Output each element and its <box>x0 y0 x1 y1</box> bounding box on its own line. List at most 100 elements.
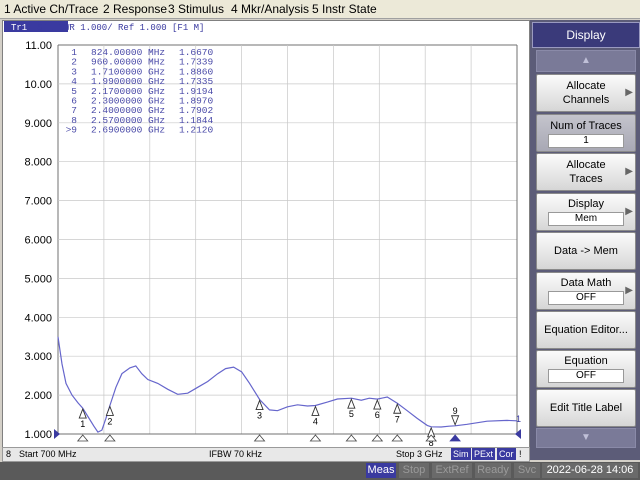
trace-marker: 3 <box>255 399 264 421</box>
trace-number-label: 1 <box>516 414 521 424</box>
menu-bar: 1 Active Ch/Trace 2 Response 3 Stimulus … <box>0 0 640 19</box>
stop-frequency[interactable]: Stop 3 GHz <box>396 449 443 459</box>
svc-indicator: Svc <box>514 463 540 478</box>
data-to-mem-button[interactable]: Data -> Mem <box>536 232 636 270</box>
menu-response[interactable]: 2 Response <box>103 2 167 16</box>
ready-indicator: Ready <box>475 463 511 478</box>
softkey-menu-title: Display <box>532 22 640 48</box>
trace-window[interactable]: Tr1 S11 SWR 1.000/ Ref 1.000 [F1 M] 11.0… <box>2 20 530 448</box>
marker-frequency: 2.6900000 GHz <box>91 125 165 136</box>
edit-title-label-button[interactable]: Edit Title Label <box>536 389 636 427</box>
marker-triangle-down <box>450 415 460 426</box>
y-tick-label: 3.000 <box>24 351 52 363</box>
menu-instr-state[interactable]: 5 Instr State <box>312 2 377 16</box>
menu-active-ch-trace[interactable]: 1 Active Ch/Trace <box>4 2 98 16</box>
submenu-arrow-icon: ▶ <box>625 166 633 177</box>
marker-label: 5 <box>349 409 354 419</box>
marker-triangle <box>76 434 89 442</box>
meas-indicator: Meas <box>366 463 396 478</box>
trace-marker: 9 <box>450 406 460 426</box>
marker-triangle-up <box>311 405 320 416</box>
channel-number: 8 <box>6 449 12 459</box>
data-math-label: Data Math <box>560 277 612 289</box>
allocate-traces-label: Allocate Traces <box>566 159 606 185</box>
data-to-mem-label: Data -> Mem <box>554 245 618 257</box>
y-tick-label: 9.000 <box>24 118 52 130</box>
data-math-button[interactable]: Data Math OFF ▶ <box>536 272 636 310</box>
chevron-up-icon: ▲ <box>581 55 591 66</box>
num-of-traces-button[interactable]: Num of Traces 1 <box>536 114 636 152</box>
submenu-arrow-icon: ▶ <box>625 87 633 98</box>
menu-stimulus[interactable]: 3 Stimulus <box>168 2 224 16</box>
trace-badge[interactable]: Tr1 <box>11 23 27 33</box>
scroll-down-button[interactable]: ▼ <box>536 428 636 448</box>
y-tick-label: 1.000 <box>24 429 52 441</box>
y-tick-label: 11.00 <box>25 40 52 52</box>
marker-triangle <box>345 434 358 442</box>
sim-badge: Sim <box>451 448 471 460</box>
marker-value: 1.2120 <box>179 125 214 136</box>
scroll-up-button[interactable]: ▲ <box>536 50 636 72</box>
marker-triangle <box>104 434 116 442</box>
axis-marker <box>104 434 116 442</box>
warning-indicator: ! <box>519 449 522 459</box>
marker-triangle-up <box>347 397 356 409</box>
marker-label: 9 <box>453 406 458 416</box>
equation-label: Equation <box>564 355 608 367</box>
reference-arrow-right <box>515 429 521 439</box>
marker-label: 7 <box>395 414 400 424</box>
trace-marker: 6 <box>373 398 382 420</box>
y-tick-label: 7.000 <box>24 196 52 208</box>
channel-status-bar: 8 Start 700 MHz IFBW 70 kHz Stop 3 GHz S… <box>2 447 530 462</box>
marker-label: 1 <box>80 419 85 429</box>
chevron-down-icon: ▼ <box>581 432 591 443</box>
start-frequency[interactable]: Start 700 MHz <box>19 449 77 459</box>
marker-table-row: >9 2.6900000 GHz 1.2120 <box>66 125 214 136</box>
stop-indicator: Stop <box>399 463 429 478</box>
marker-table: 1 824.00000 MHz 1.66702 960.00000 MHz 1.7339… <box>66 47 214 136</box>
date-time: 2022-06-28 14:06 <box>542 463 638 478</box>
pext-badge: PExt <box>472 448 496 460</box>
display-label: Display <box>567 198 605 210</box>
axis-marker <box>449 434 461 442</box>
y-tick-label: 10.00 <box>24 79 52 91</box>
marker-label: 2 <box>107 416 112 426</box>
num-of-traces-label: Num of Traces <box>550 120 622 132</box>
active-marker-triangle <box>449 434 461 442</box>
axis-marker <box>345 434 358 442</box>
y-tick-label: 4.000 <box>24 312 52 324</box>
y-tick-label: 8.000 <box>24 157 52 169</box>
marker-triangle <box>253 434 266 442</box>
marker-label: 3 <box>257 411 262 421</box>
trace-marker: 5 <box>347 397 356 419</box>
num-of-traces-value: 1 <box>548 134 624 148</box>
display-button[interactable]: Display Mem ▶ <box>536 193 636 231</box>
marker-id: >9 <box>66 125 78 136</box>
y-axis-ticks: 11.00 10.00 9.000 8.000 7.000 6.000 5.000 4.000… <box>24 40 52 441</box>
swr-plot: Tr1 S11 SWR 1.000/ Ref 1.000 [F1 M] 11.0… <box>4 21 521 447</box>
reference-arrow-left <box>54 429 60 439</box>
menu-mkr-analysis[interactable]: 4 Mkr/Analysis <box>231 2 309 16</box>
trace-marker: 2 <box>105 405 115 426</box>
axis-marker <box>76 434 89 442</box>
marker-label: 4 <box>313 416 318 426</box>
marker-triangle-up <box>105 405 115 416</box>
axis-markers <box>76 434 461 442</box>
trace-marker: 7 <box>393 403 402 424</box>
ifbw[interactable]: IFBW 70 kHz <box>209 449 262 459</box>
allocate-traces-button[interactable]: Allocate Traces ▶ <box>536 153 636 191</box>
marker-triangle <box>371 434 384 442</box>
equation-value: OFF <box>548 369 624 383</box>
marker-label: 6 <box>375 410 380 420</box>
equation-button[interactable]: Equation OFF <box>536 350 636 388</box>
equation-editor-button[interactable]: Equation Editor... <box>536 311 636 349</box>
marker-triangle <box>309 434 322 442</box>
allocate-channels-button[interactable]: Allocate Channels ▶ <box>536 74 636 112</box>
allocate-channels-label: Allocate Channels <box>562 80 610 106</box>
marker-triangle-up <box>78 407 87 419</box>
marker-triangle-up <box>373 398 382 410</box>
submenu-arrow-icon: ▶ <box>625 206 633 217</box>
marker-triangle <box>391 434 404 442</box>
extref-indicator: ExtRef <box>432 463 472 478</box>
submenu-arrow-icon: ▶ <box>625 285 633 296</box>
